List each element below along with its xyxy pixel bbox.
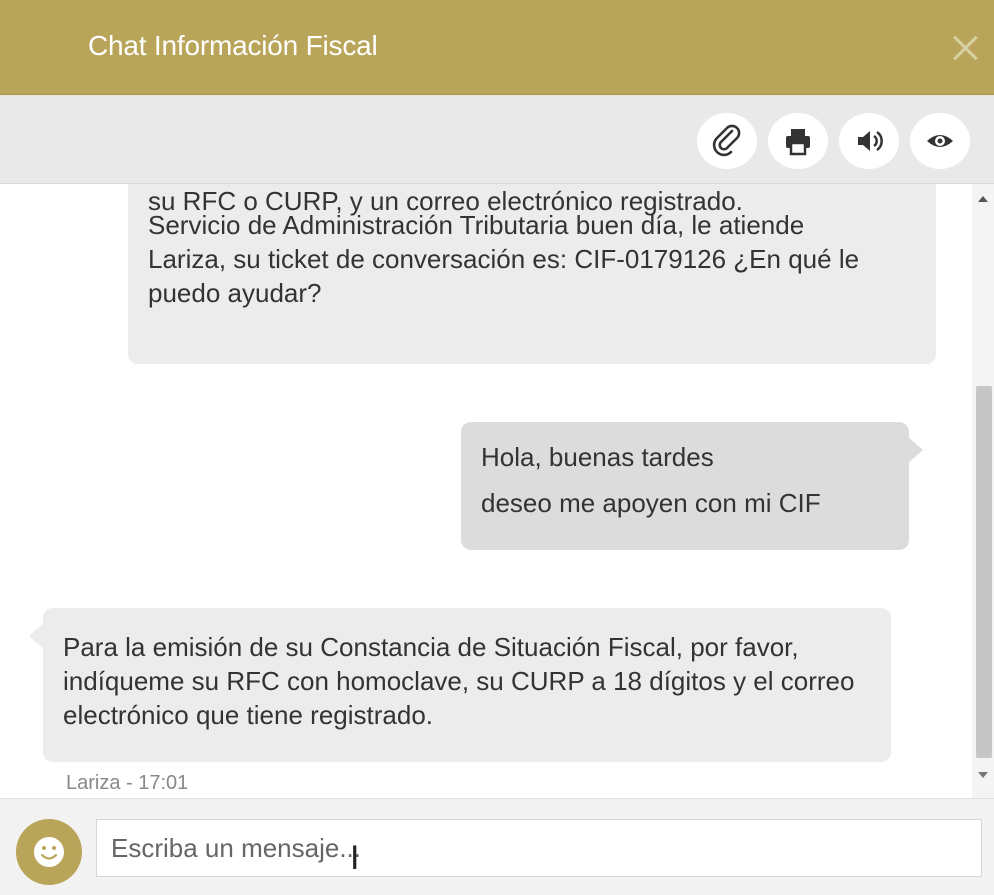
message-text: Servicio de Administración Tributaria bu… [148, 210, 860, 308]
message-text: deseo me apoyen con mi CIF [481, 488, 821, 518]
agent-message-bubble: su RFC o CURP, y un correo electrónico r… [128, 184, 936, 364]
scrollbar-thumb[interactable] [976, 386, 992, 758]
agent-message-bubble: Para la emisión de su Constancia de Situ… [29, 608, 891, 762]
message-input[interactable] [96, 819, 982, 877]
message-text: Hola, buenas tardes [481, 442, 714, 472]
print-button[interactable] [768, 113, 828, 169]
print-icon [786, 129, 810, 156]
text-cursor-icon: I [350, 839, 360, 877]
scroll-down-icon[interactable] [978, 772, 988, 778]
attach-button[interactable] [697, 113, 757, 169]
eye-icon [927, 135, 953, 147]
message-text: Para la emisión de su Constancia de Situ… [63, 632, 855, 730]
emoji-button[interactable] [16, 819, 82, 885]
scrollbar[interactable] [972, 184, 994, 798]
composer: I [0, 798, 994, 895]
user-message-bubble: Hola, buenas tardes deseo me apoyen con … [461, 422, 923, 550]
sound-button[interactable] [839, 113, 899, 169]
paperclip-icon [712, 124, 741, 157]
message-meta: Lariza - 17:01 [66, 772, 189, 794]
speaker-icon [858, 130, 883, 152]
scroll-up-icon[interactable] [978, 196, 988, 202]
message-list: su RFC o CURP, y un correo electrónico r… [0, 184, 972, 798]
close-icon[interactable] [948, 30, 982, 64]
visibility-button[interactable] [910, 113, 970, 169]
chat-title: Chat Información Fiscal [88, 30, 378, 61]
smiley-icon [34, 837, 64, 867]
chat-toolbar [0, 95, 994, 184]
chat-header: Chat Información Fiscal [0, 0, 994, 95]
